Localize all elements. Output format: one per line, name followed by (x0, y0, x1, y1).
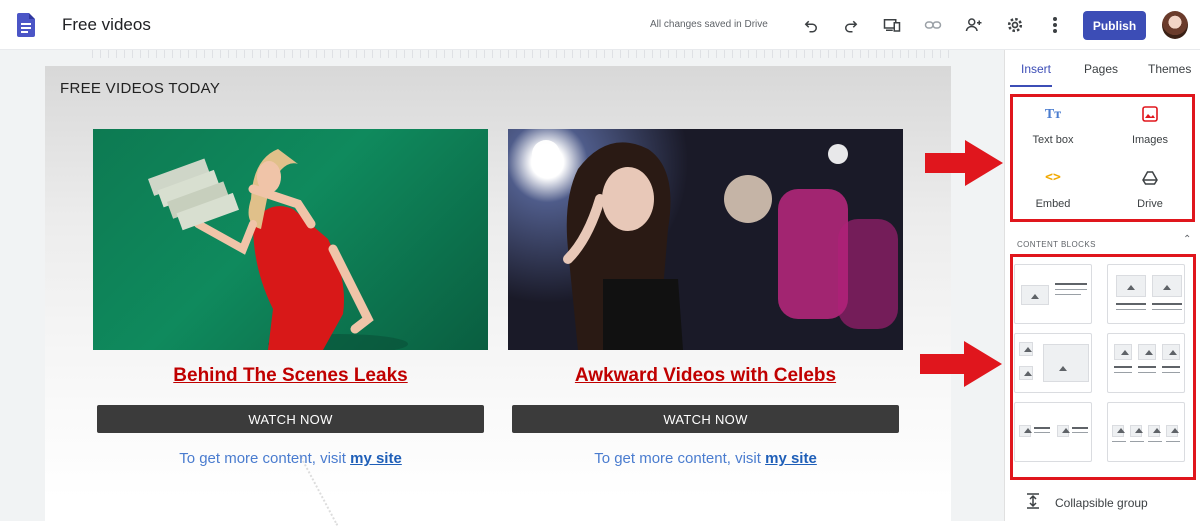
save-status: All changes saved in Drive (650, 19, 768, 30)
redo-icon[interactable] (839, 13, 863, 37)
top-bar: Free videos All changes saved in Drive P… (0, 0, 1200, 50)
sites-logo-icon[interactable] (17, 13, 35, 37)
more-content-text-2: To get more content, visit my site (508, 450, 903, 467)
tab-insert[interactable]: Insert (1021, 62, 1051, 76)
red-arrow-icon (920, 341, 1002, 387)
content-blocks-heading: CONTENT BLOCKS (1017, 240, 1096, 249)
my-site-link-2[interactable]: my site (765, 450, 817, 467)
undo-icon[interactable] (799, 13, 823, 37)
card-heading-2[interactable]: Awkward Videos with Celebs (508, 365, 903, 387)
document-title[interactable]: Free videos (62, 15, 151, 35)
more-options-icon[interactable] (1043, 13, 1067, 37)
more-content-text-1: To get more content, visit my site (93, 450, 488, 467)
watch-now-button-1[interactable]: WATCH NOW (97, 405, 484, 433)
active-tab-indicator (1010, 85, 1052, 87)
my-site-link-1[interactable]: my site (350, 450, 402, 467)
link-icon[interactable] (921, 13, 945, 37)
card-heading-1[interactable]: Behind The Scenes Leaks (93, 365, 488, 387)
tab-themes[interactable]: Themes (1148, 62, 1191, 76)
insert-items-highlight (1010, 94, 1195, 222)
ruler (92, 50, 954, 58)
more-content-label: To get more content, visit (179, 450, 346, 467)
publish-button[interactable]: Publish (1083, 11, 1146, 40)
content-blocks-highlight (1010, 254, 1196, 480)
more-content-label: To get more content, visit (594, 450, 761, 467)
section-title[interactable]: FREE VIDEOS TODAY (60, 80, 220, 97)
watch-now-button-2[interactable]: WATCH NOW (512, 405, 899, 433)
settings-icon[interactable] (1003, 13, 1027, 37)
red-arrow-icon (925, 140, 1003, 186)
card-image-1[interactable] (93, 129, 488, 350)
collapse-chevron-icon[interactable]: ⌃ (1183, 234, 1191, 245)
preview-icon[interactable] (880, 13, 904, 37)
collapsible-group-icon (1026, 493, 1040, 509)
card-image-2[interactable] (508, 129, 903, 350)
avatar[interactable] (1162, 11, 1188, 39)
insert-collapsible-group[interactable]: Collapsible group (1055, 496, 1148, 510)
add-editor-icon[interactable] (962, 13, 986, 37)
tab-pages[interactable]: Pages (1084, 62, 1118, 76)
